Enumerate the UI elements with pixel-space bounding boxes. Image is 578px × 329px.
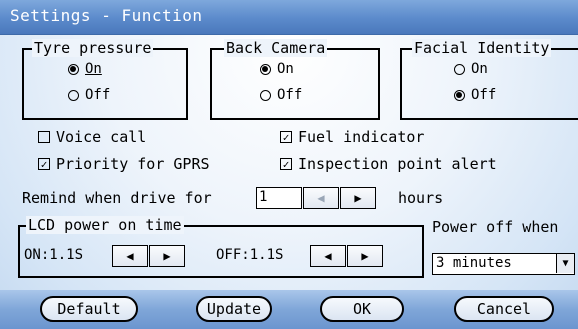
inspection-alert-label: Inspection point alert (298, 155, 497, 173)
remind-hours-text: 1 (259, 189, 268, 205)
lcd-on-increase-button[interactable]: ▶ (149, 245, 185, 267)
facial-identity-group: Facial Identity On Off (400, 39, 578, 120)
chevron-down-icon: ▼ (556, 254, 574, 273)
arrow-left-icon: ◀ (317, 191, 325, 205)
back-camera-on-label: On (277, 61, 294, 77)
fuel-indicator-checkbox[interactable]: ✓ Fuel indicator (280, 128, 424, 146)
lcd-on-value: 1.1S (49, 247, 84, 263)
checkbox-checked-icon: ✓ (280, 158, 292, 170)
tyre-pressure-off-radio[interactable]: Off (68, 86, 110, 104)
arrow-left-icon: ◀ (126, 249, 134, 263)
arrow-right-icon: ▶ (354, 191, 362, 205)
inspection-alert-checkbox[interactable]: ✓ Inspection point alert (280, 155, 497, 173)
tyre-pressure-on-label: On (85, 61, 102, 77)
lcd-on-decrease-button[interactable]: ◀ (112, 245, 148, 267)
lcd-power-group: LCD power on time ON:1.1S ◀ ▶ OFF:1.1S ◀… (18, 216, 424, 278)
priority-gprs-label: Priority for GPRS (56, 155, 210, 173)
voice-call-label: Voice call (56, 128, 147, 146)
priority-gprs-checkbox[interactable]: ✓ Priority for GPRS (38, 155, 210, 173)
lcd-off-prefix: OFF: (216, 247, 250, 263)
checkbox-checked-icon: ✓ (280, 131, 292, 143)
radio-selected-icon (260, 63, 271, 75)
back-camera-group: Back Camera On Off (210, 39, 380, 120)
lcd-off-increase-button[interactable]: ▶ (347, 245, 383, 267)
arrow-right-icon: ▶ (361, 249, 369, 263)
arrow-right-icon: ▶ (163, 249, 171, 263)
lcd-off-value: 1.1S (249, 247, 284, 263)
radio-unselected-icon (68, 89, 79, 101)
remind-hours-value[interactable]: 1 (256, 187, 302, 209)
power-off-select[interactable]: 3 minutes ▼ (432, 253, 575, 275)
facial-identity-off-label: Off (471, 87, 497, 103)
remind-decrease-button[interactable]: ◀ (303, 187, 339, 209)
arrow-left-icon: ◀ (324, 249, 332, 263)
back-camera-on-radio[interactable]: On (260, 60, 294, 78)
window-title: Settings - Function (10, 6, 203, 25)
facial-identity-label: Facial Identity (412, 39, 552, 57)
back-camera-label: Back Camera (224, 39, 328, 57)
facial-identity-on-label: On (471, 61, 488, 77)
tyre-pressure-on-radio[interactable]: On (68, 60, 102, 78)
default-button[interactable]: Default (40, 296, 138, 322)
radio-unselected-icon (260, 89, 271, 101)
facial-identity-on-radio[interactable]: On (454, 60, 488, 78)
tyre-pressure-group: Tyre pressure On Off (22, 39, 188, 120)
radio-unselected-icon (454, 63, 465, 75)
tyre-pressure-off-label: Off (85, 87, 111, 103)
checkbox-unchecked-icon (38, 131, 50, 143)
lcd-on-label: ON:1.1S (24, 247, 83, 263)
lcd-on-prefix: ON: (24, 247, 50, 263)
power-off-value: 3 minutes (436, 255, 512, 271)
cancel-button[interactable]: Cancel (454, 296, 554, 322)
remind-label: Remind when drive for (22, 189, 212, 207)
radio-selected-icon (454, 89, 465, 101)
update-button[interactable]: Update (196, 296, 272, 322)
remind-hours-unit: hours (398, 189, 444, 207)
remind-increase-button[interactable]: ▶ (340, 187, 376, 209)
radio-selected-icon (68, 63, 79, 75)
checkbox-checked-icon: ✓ (38, 158, 50, 170)
back-camera-off-label: Off (277, 87, 303, 103)
ok-button[interactable]: OK (320, 296, 404, 322)
bottom-button-bar: Default Update OK Cancel (0, 290, 578, 329)
tyre-pressure-label: Tyre pressure (32, 39, 154, 57)
fuel-indicator-label: Fuel indicator (298, 128, 425, 146)
lcd-off-decrease-button[interactable]: ◀ (310, 245, 346, 267)
voice-call-checkbox[interactable]: Voice call (38, 128, 146, 146)
back-camera-off-radio[interactable]: Off (260, 86, 302, 104)
power-off-label: Power off when (432, 218, 559, 236)
lcd-off-label: OFF:1.1S (216, 247, 283, 263)
lcd-power-label: LCD power on time (26, 216, 184, 234)
facial-identity-off-radio[interactable]: Off (454, 86, 496, 104)
title-bar: Settings - Function (0, 0, 578, 35)
